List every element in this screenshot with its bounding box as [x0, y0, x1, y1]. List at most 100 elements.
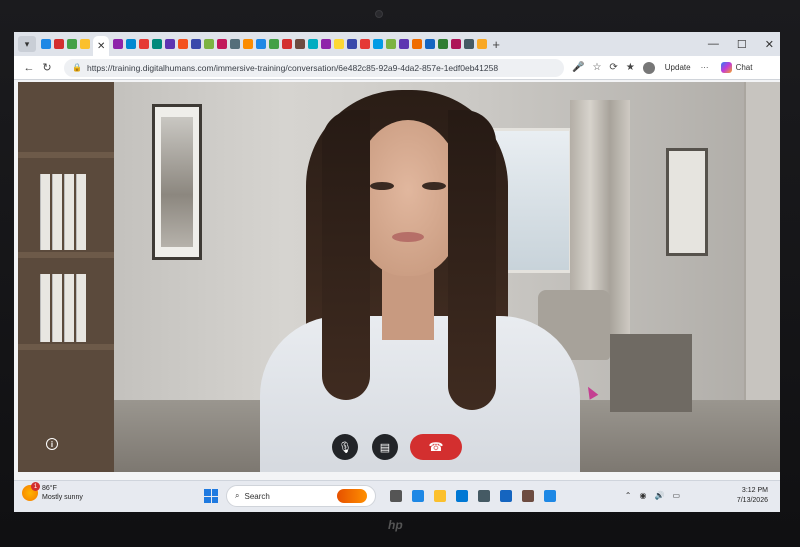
tab-favicon[interactable] [164, 39, 175, 49]
tab-favicon[interactable] [268, 39, 279, 49]
network-icon[interactable]: ◉ [639, 491, 646, 500]
tab-favicon[interactable] [66, 39, 77, 49]
copilot-chat-button[interactable]: Chat [720, 62, 752, 73]
binder [76, 274, 86, 342]
tab-favicon[interactable] [125, 39, 136, 49]
tab-favicon[interactable] [79, 39, 90, 49]
tab-favicon[interactable] [177, 39, 188, 49]
taskbar-app-icon[interactable] [522, 490, 534, 502]
tab-favicon[interactable] [190, 39, 201, 49]
taskbar-app-icon[interactable] [544, 490, 556, 502]
mic-icon[interactable]: 🎤 [572, 62, 584, 73]
tab-favicon[interactable] [463, 39, 474, 49]
taskbar-app-icon[interactable] [456, 490, 468, 502]
clock[interactable]: 3:12 PM 7/13/2026 [737, 486, 768, 506]
binder [64, 174, 74, 250]
tab-favicon[interactable] [424, 39, 435, 49]
end-call-button[interactable]: ☎ [410, 434, 462, 460]
mic-icon: 🎙 [338, 441, 352, 454]
tab-favicon[interactable] [346, 39, 357, 49]
side-table [610, 334, 692, 412]
tab-favicon[interactable] [411, 39, 422, 49]
tab-list-right [111, 39, 488, 49]
taskbar-app-icon[interactable] [412, 490, 424, 502]
weather-widget[interactable]: 1 86°F Mostly sunny [22, 482, 83, 502]
address-bar-actions: 🎤 ☆ ⟳ ★ [572, 62, 635, 73]
tab-favicon[interactable] [320, 39, 331, 49]
volume-icon[interactable]: 🔊 [654, 491, 664, 500]
taskbar-app-icon[interactable] [434, 490, 446, 502]
tab-favicon[interactable] [255, 39, 266, 49]
update-button[interactable]: Update [665, 63, 691, 72]
binder [40, 174, 50, 250]
shelf-board [18, 152, 114, 158]
tab-favicon[interactable] [216, 39, 227, 49]
tab-favicon[interactable] [398, 39, 409, 49]
chevron-up-icon[interactable]: ⌃ [625, 491, 632, 500]
system-tray: ⌃ ◉ 🔊 ▭ [625, 491, 680, 500]
tab-favicon[interactable] [138, 39, 149, 49]
painting-art [161, 117, 193, 247]
close-icon[interactable]: ✕ [97, 41, 105, 52]
tab-menu-icon[interactable]: ▾ [18, 36, 36, 52]
tab-favicon[interactable] [385, 39, 396, 49]
tab-favicon[interactable] [112, 39, 123, 49]
tab-favicon[interactable] [40, 39, 51, 49]
tab-favicon[interactable] [229, 39, 240, 49]
tab-favicon[interactable] [294, 39, 305, 49]
taskbar: 1 86°F Mostly sunny ⌕ Search ⌃ ◉ 🔊 ▭ 3:1… [14, 480, 780, 512]
tab-favicon[interactable] [450, 39, 461, 49]
binder [76, 174, 86, 250]
sync-icon[interactable]: ⟳ [609, 62, 617, 73]
taskbar-app-icon[interactable] [500, 490, 512, 502]
window-controls: — ☐ ✕ [708, 32, 774, 56]
weather-desc: Mostly sunny [42, 494, 83, 501]
tab-favicon[interactable] [333, 39, 344, 49]
wall-painting [152, 104, 202, 260]
shelf-board [18, 344, 114, 350]
windows-start-icon[interactable] [204, 489, 218, 503]
navigation-bar: ← ↻ 🔒 https://training.digitalhumans.com… [14, 56, 780, 80]
tab-favicon[interactable] [437, 39, 448, 49]
tab-favicon[interactable] [151, 39, 162, 49]
new-tab-icon[interactable]: + [492, 37, 500, 52]
tab-favicon[interactable] [476, 39, 487, 49]
chat-button[interactable]: ▤ [372, 434, 398, 460]
battery-icon[interactable]: ▭ [672, 491, 680, 500]
avatar-hair [448, 110, 496, 410]
avatar-eye [422, 182, 446, 190]
search-placeholder: Search [244, 491, 270, 501]
screen: ▾ ✕ + — ☐ ✕ ← ↻ 🔒 https://training.digit… [14, 32, 780, 512]
maximize-icon[interactable]: ☐ [737, 38, 747, 51]
tab-favicon[interactable] [372, 39, 383, 49]
close-window-icon[interactable]: ✕ [765, 38, 774, 51]
favorites-icon[interactable]: ★ [626, 62, 635, 73]
more-icon[interactable]: ··· [701, 63, 709, 72]
tab-favicon[interactable] [242, 39, 253, 49]
tab-favicon[interactable] [359, 39, 370, 49]
taskbar-app-icon[interactable] [390, 490, 402, 502]
tab-favicon[interactable] [281, 39, 292, 49]
weather-temp: 86°F [42, 485, 57, 492]
hang-up-icon: ☎ [428, 440, 444, 454]
mic-button[interactable]: 🎙 [332, 434, 358, 460]
back-icon[interactable]: ← [20, 62, 38, 74]
tab-favicon[interactable] [203, 39, 214, 49]
sun-icon: 1 [22, 482, 40, 501]
info-icon[interactable]: i [46, 438, 58, 450]
lock-icon[interactable]: 🔒 [72, 63, 82, 72]
video-stage: i 🎙 ▤ ☎ [18, 82, 780, 472]
tab-favicon[interactable] [53, 39, 64, 49]
tab-favicon[interactable] [307, 39, 318, 49]
hp-logo: hp [388, 518, 403, 532]
star-icon[interactable]: ☆ [592, 62, 601, 73]
digital-human-avatar [248, 90, 580, 472]
active-tab[interactable]: ✕ [93, 36, 110, 56]
taskbar-app-icon[interactable] [478, 490, 490, 502]
taskbar-search[interactable]: ⌕ Search [226, 485, 376, 507]
minimize-icon[interactable]: — [708, 38, 719, 50]
refresh-icon[interactable]: ↻ [38, 61, 56, 74]
address-bar[interactable]: 🔒 https://training.digitalhumans.com/imm… [64, 58, 564, 77]
profile-icon[interactable] [642, 61, 655, 74]
chat-icon: ▤ [379, 441, 391, 454]
